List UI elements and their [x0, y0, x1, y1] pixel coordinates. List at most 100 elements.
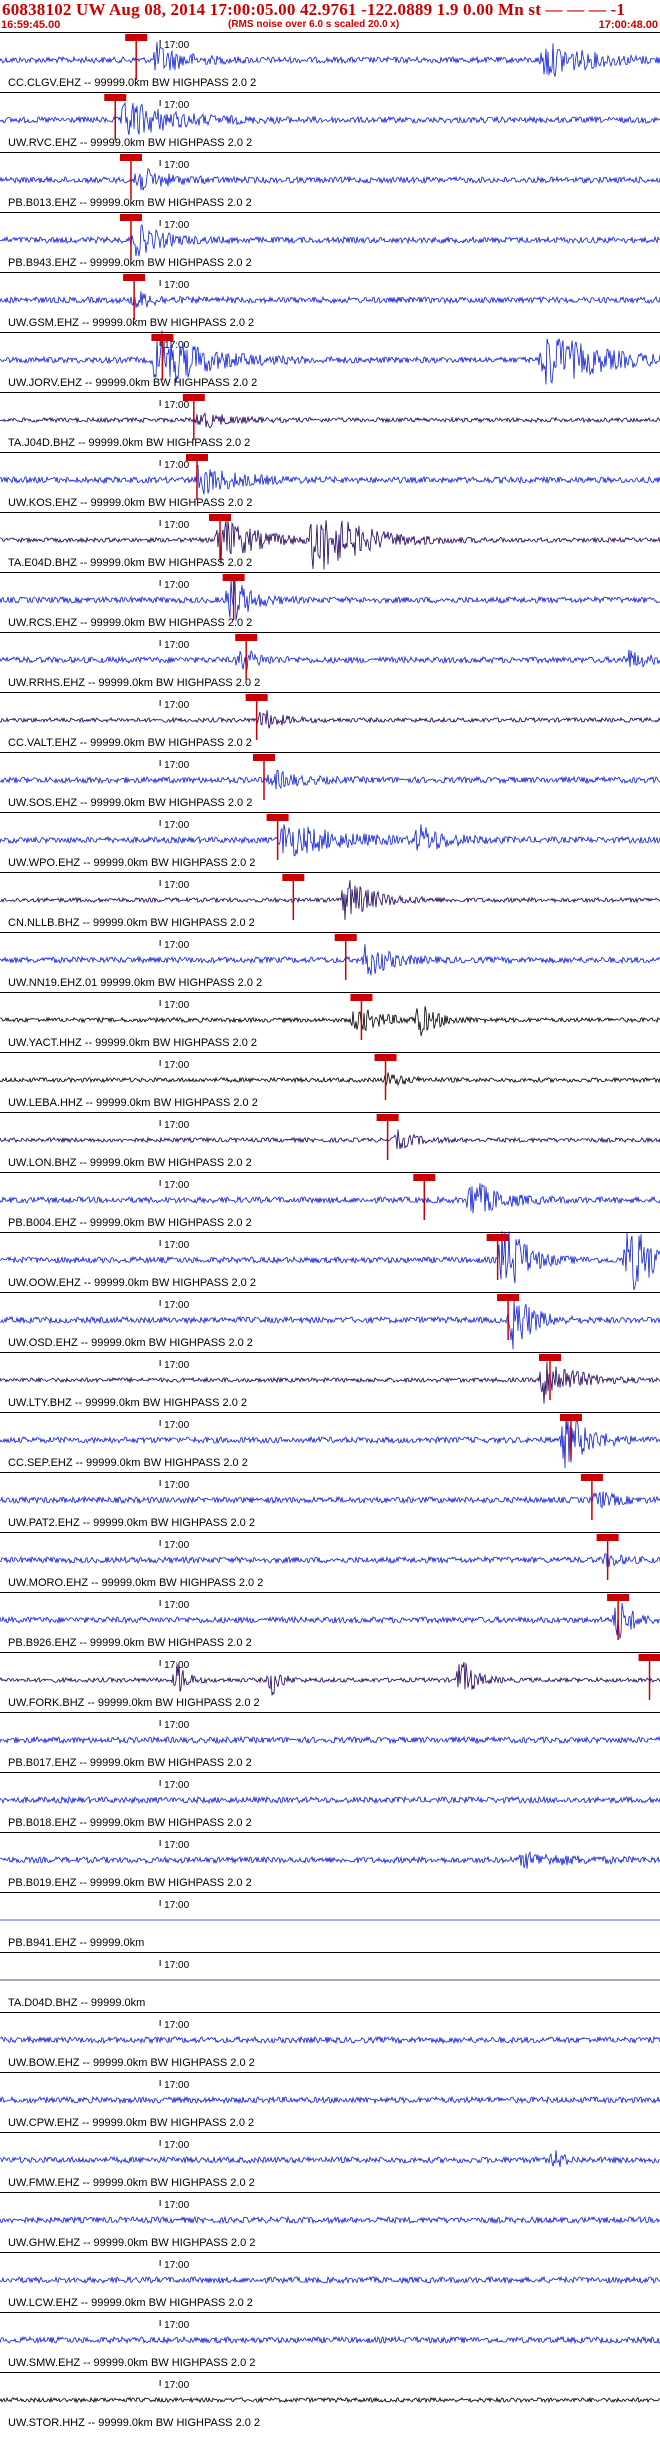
- station-label: UW.LEBA.HHZ -- 99999.0km BW HIGHPASS 2.0…: [8, 1097, 258, 1109]
- trace-38: 17:00 UW.LCW.EHZ -- 99999.0km BW HIGHPASS…: [0, 2252, 660, 2309]
- pick-marker: [638, 1654, 660, 1661]
- station-label: UW.OOW.EHZ -- 99999.0km BW HIGHPASS 2.0 …: [8, 1277, 256, 1289]
- waveform: [0, 464, 660, 495]
- minute-label: 17:00: [164, 2080, 189, 2091]
- station-label: UW.YACT.HHZ -- 99999.0km BW HIGHPASS 2.0…: [8, 1037, 257, 1049]
- waveform: [0, 1662, 660, 1696]
- pick-marker: [123, 274, 146, 281]
- station-label: UW.FORK.BHZ -- 99999.0km BW HIGHPASS 2.0…: [8, 1697, 260, 1709]
- trace-1: 17:00 CC.CLGV.EHZ -- 99999.0km BW HIGHPAS…: [0, 32, 660, 89]
- minute-label: 17:00: [164, 400, 189, 411]
- waveform: [0, 2275, 660, 2285]
- trace-35: 17:00 UW.CPW.EHZ -- 99999.0km BW HIGHPASS…: [0, 2072, 660, 2129]
- waveform: [0, 2215, 660, 2225]
- station-label: UW.JORV.EHZ -- 99999.0km BW HIGHPASS 2.0…: [8, 377, 257, 389]
- trace-34: 17:00 UW.BOW.EHZ -- 99999.0km BW HIGHPASS…: [0, 2012, 660, 2069]
- station-label: UW.GHW.EHZ -- 99999.0km BW HIGHPASS 2.0 …: [8, 2237, 255, 2249]
- station-label: UW.MORO.EHZ -- 99999.0km BW HIGHPASS 2.0…: [8, 1577, 263, 1589]
- trace-23: 17:00 UW.LTY.BHZ -- 99999.0km BW HIGHPASS…: [0, 1352, 660, 1409]
- station-label: UW.WPO.EHZ -- 99999.0km BW HIGHPASS 2.0 …: [8, 857, 255, 869]
- trace-28: 17:00UW.FORK.BHZ -- 99999.0km BW HIGHPAS…: [0, 1652, 660, 1709]
- trace-18: 17:00 UW.LEBA.HHZ -- 99999.0km BW HIGHPAS…: [0, 1052, 660, 1109]
- trace-17: 17:00 UW.YACT.HHZ -- 99999.0km BW HIGHPAS…: [0, 992, 660, 1049]
- minute-label: 17:00: [164, 1300, 189, 1311]
- trace-16: 17:00 UW.NN19.EHZ.01 99999.0km BW HIGHPAS…: [0, 932, 660, 989]
- waveform: [0, 1603, 660, 1639]
- trace-12: 17:00 CC.VALT.EHZ -- 99999.0km BW HIGHPAS…: [0, 692, 660, 749]
- station-label: PB.B018.EHZ -- 99999.0km BW HIGHPASS 2.0…: [8, 1817, 252, 1829]
- minute-label: 17:00: [164, 580, 189, 591]
- minute-label: 17:00: [164, 820, 189, 831]
- minute-label: 17:00: [164, 760, 189, 771]
- waveform: [0, 944, 660, 976]
- pick-marker: [125, 34, 148, 41]
- station-label: UW.SOS.EHZ -- 99999.0km BW HIGHPASS 2.0 …: [8, 797, 252, 809]
- station-label: UW.RRHS.EHZ -- 99999.0km BW HIGHPASS 2.0…: [8, 677, 260, 689]
- waveform: [0, 2035, 660, 2045]
- station-label: CN.NLLB.BHZ -- 99999.0km BW HIGHPASS 2.0…: [8, 917, 255, 929]
- station-label: UW.RCS.EHZ -- 99999.0km BW HIGHPASS 2.0 …: [8, 617, 252, 629]
- trace-32: 17:00 PB.B941.EHZ -- 99999.0km: [0, 1892, 660, 1949]
- pick-marker: [376, 1114, 399, 1121]
- trace-21: 17:00 UW.OOW.EHZ -- 99999.0km BW HIGHPASS…: [0, 1231, 660, 1291]
- station-label: UW.OSD.EHZ -- 99999.0km BW HIGHPASS 2.0 …: [8, 1337, 253, 1349]
- minute-label: 17:00: [164, 940, 189, 951]
- pick-marker: [185, 454, 208, 461]
- waveform: [0, 168, 660, 191]
- minute-label: 17:00: [164, 520, 189, 531]
- station-label: PB.B019.EHZ -- 99999.0km BW HIGHPASS 2.0…: [8, 1877, 252, 1889]
- waveform: [0, 1006, 660, 1037]
- station-label: PB.B941.EHZ -- 99999.0km: [8, 1937, 144, 1949]
- station-label: UW.RVC.EHZ -- 99999.0km BW HIGHPASS 2.0 …: [8, 137, 252, 149]
- minute-label: 17:00: [164, 1540, 189, 1551]
- station-label: UW.GSM.EHZ -- 99999.0km BW HIGHPASS 2.0 …: [8, 317, 254, 329]
- trace-31: 17:00 PB.B019.EHZ -- 99999.0km BW HIGHPAS…: [0, 1832, 660, 1889]
- waveform: [0, 1129, 660, 1150]
- minute-label: 17:00: [164, 700, 189, 711]
- waveform: [0, 1072, 660, 1087]
- waveform: [0, 578, 660, 621]
- station-label: PB.B926.EHZ -- 99999.0km BW HIGHPASS 2.0…: [8, 1637, 252, 1649]
- station-label: TA.D04D.BHZ -- 99999.0km: [8, 1997, 145, 2009]
- waveform: [0, 223, 660, 257]
- trace-3: 17:00 PB.B013.EHZ -- 99999.0km BW HIGHPAS…: [0, 152, 660, 209]
- pick-marker: [104, 94, 127, 101]
- trace-19: 17:00 UW.LON.BHZ -- 99999.0km BW HIGHPASS…: [0, 1112, 660, 1169]
- trace-30: 17:00 PB.B018.EHZ -- 99999.0km BW HIGHPAS…: [0, 1772, 660, 1829]
- minute-label: 17:00: [164, 640, 189, 651]
- trace-11: 17:00 UW.RRHS.EHZ -- 99999.0km BW HIGHPAS…: [0, 632, 660, 689]
- minute-label: 17:00: [164, 1720, 189, 1731]
- minute-label: 17:00: [164, 100, 189, 111]
- pick-marker: [486, 1234, 509, 1241]
- minute-label: 17:00: [164, 1120, 189, 1131]
- station-label: UW.KOS.EHZ -- 99999.0km BW HIGHPASS 2.0 …: [8, 497, 252, 509]
- waveform: [0, 2095, 660, 2105]
- waveform: [0, 101, 660, 136]
- minute-label: 17:00: [164, 220, 189, 231]
- trace-29: 17:00 PB.B017.EHZ -- 99999.0km BW HIGHPAS…: [0, 1712, 660, 1769]
- minute-label: 17:00: [164, 2260, 189, 2271]
- trace-33: 17:00 TA.D04D.BHZ -- 99999.0km: [0, 1952, 660, 2009]
- station-label: UW.PAT2.EHZ -- 99999.0km BW HIGHPASS 2.0…: [8, 1517, 255, 1529]
- station-label: UW.NN19.EHZ.01 99999.0km BW HIGHPASS 2.0…: [8, 977, 262, 989]
- station-label: UW.CPW.EHZ -- 99999.0km BW HIGHPASS 2.0 …: [8, 2117, 254, 2129]
- station-label: UW.SMW.EHZ -- 99999.0km BW HIGHPASS 2.0 …: [8, 2357, 255, 2369]
- waveform: [0, 769, 660, 790]
- seismogram-plot: 17:00 CC.CLGV.EHZ -- 99999.0km BW HIGHPAS…: [0, 32, 660, 2429]
- waveform: [0, 411, 660, 429]
- minute-label: 17:00: [164, 2140, 189, 2151]
- minute-label: 17:00: [164, 1360, 189, 1371]
- station-label: PB.B013.EHZ -- 99999.0km BW HIGHPASS 2.0…: [8, 197, 252, 209]
- trace-7: 17:00 TA.J04D.BHZ -- 99999.0km BW HIGHPAS…: [0, 392, 660, 449]
- station-label: PB.B943.EHZ -- 99999.0km BW HIGHPASS 2.0…: [8, 257, 252, 269]
- waveform: [0, 649, 660, 670]
- trace-9: 17:00 TA.E04D.BHZ -- 99999.0km BW HIGHPAS…: [0, 512, 660, 570]
- pick-marker: [580, 1474, 603, 1481]
- pick-marker: [222, 574, 245, 581]
- minute-label: 17:00: [164, 1240, 189, 1251]
- waveform: [0, 1183, 660, 1214]
- pick-marker: [209, 514, 231, 521]
- pick-marker: [413, 1174, 436, 1181]
- minute-label: 17:00: [164, 1180, 189, 1191]
- minute-label: 17:00: [164, 1480, 189, 1491]
